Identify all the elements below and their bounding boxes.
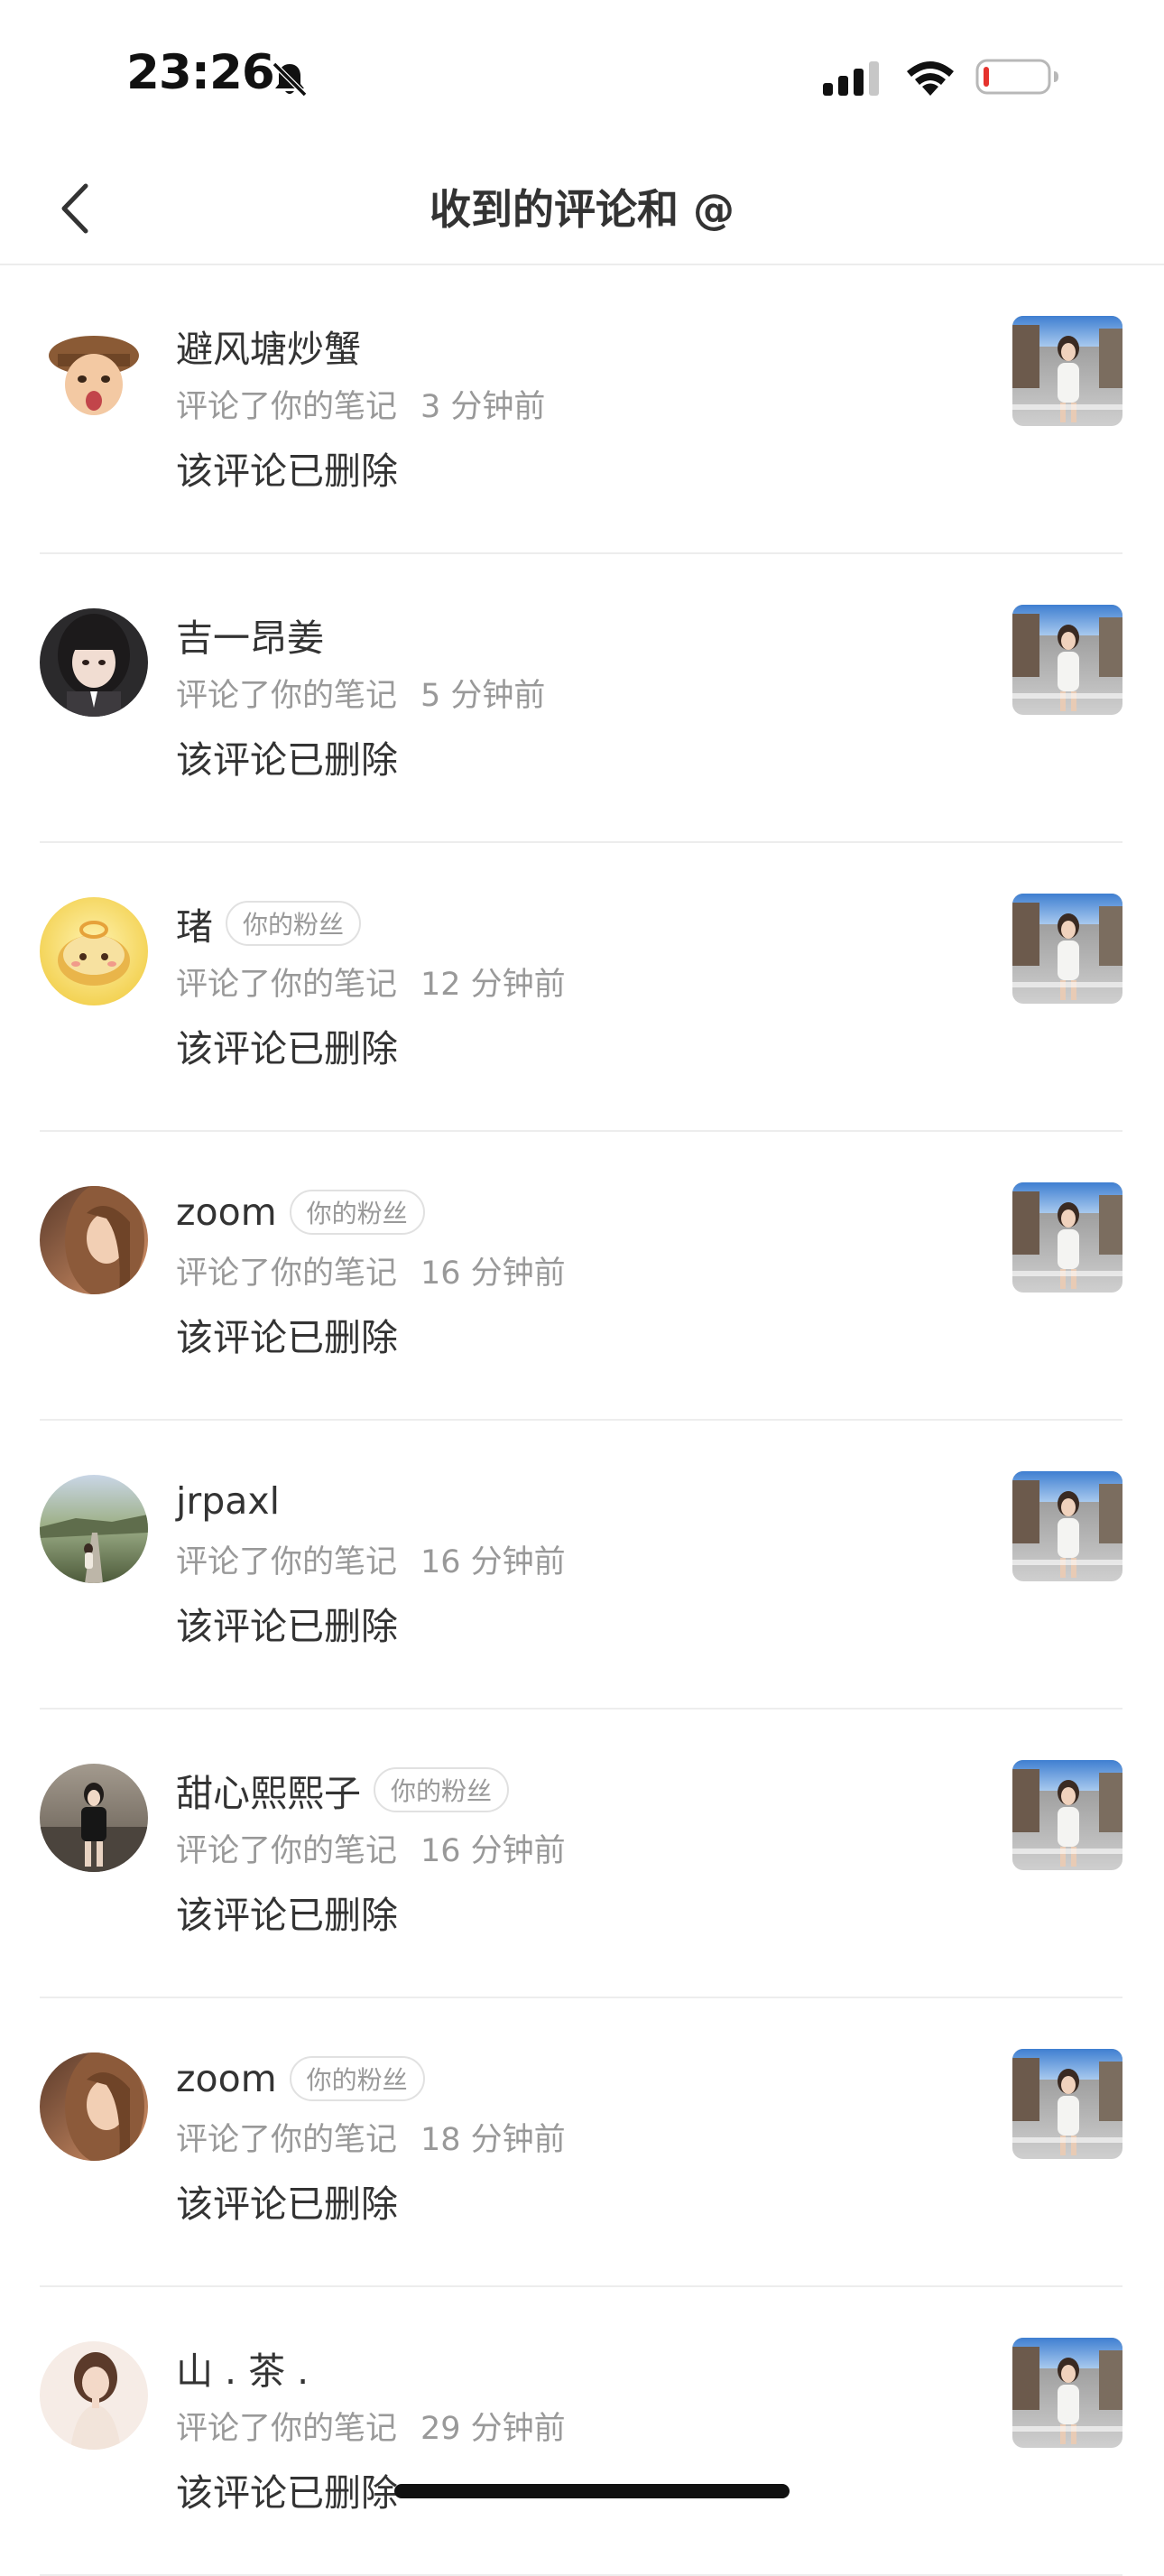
list-item[interactable]: zoom 你的粉丝 评论了你的笔记 16 分钟前 该评论已删除	[0, 1132, 1164, 1421]
comment-text: 该评论已删除	[176, 1605, 398, 1648]
user-line: 吉一昂姜	[176, 608, 324, 661]
cartoon-girl-avatar[interactable]	[40, 320, 148, 428]
girl-selfie-avatar[interactable]	[40, 608, 148, 717]
status-time: 23:26	[126, 45, 275, 100]
timestamp: 16 分钟前	[420, 1256, 566, 1292]
fan-badge: 你的粉丝	[289, 1190, 425, 1235]
comment-meta: 评论了你的笔记 16 分钟前	[176, 1536, 566, 1582]
action-text: 评论了你的笔记	[176, 2122, 398, 2158]
timestamp: 3 分钟前	[420, 389, 546, 425]
comment-text: 该评论已删除	[176, 1316, 398, 1359]
user-name[interactable]: 山 . 茶 .	[176, 2340, 309, 2395]
user-name[interactable]: 避风塘炒蟹	[176, 319, 361, 373]
list-item[interactable]: 吉一昂姜 评论了你的笔记 5 分钟前 该评论已删除	[0, 554, 1164, 843]
note-thumbnail[interactable]	[1012, 1471, 1122, 1581]
list-item[interactable]: 山 . 茶 . 评论了你的笔记 29 分钟前 该评论已删除	[0, 2287, 1164, 2576]
list-item[interactable]: jrpaxl 评论了你的笔记 16 分钟前 该评论已删除	[0, 1421, 1164, 1710]
action-text: 评论了你的笔记	[176, 678, 398, 714]
comment-meta: 评论了你的笔记 3 分钟前	[176, 381, 545, 427]
home-indicator[interactable]	[394, 2484, 790, 2498]
long-hair-girl-avatar[interactable]	[40, 1186, 148, 1294]
comment-meta: 评论了你的笔记 18 分钟前	[176, 2114, 566, 2160]
page-title: 收到的评论和 @	[429, 185, 734, 234]
comment-list: 避风塘炒蟹 评论了你的笔记 3 分钟前 该评论已删除 吉一昂姜 评论了你的笔记 …	[0, 265, 1164, 2576]
timestamp: 16 分钟前	[420, 1544, 566, 1580]
user-line: 避风塘炒蟹	[176, 320, 361, 372]
user-name[interactable]: 甜心熙熙子	[176, 1763, 361, 1817]
user-line: 甜心熙熙子 你的粉丝	[176, 1763, 510, 1817]
girl-street-avatar[interactable]	[40, 1764, 148, 1872]
yellow-cartoon-avatar[interactable]	[40, 897, 148, 1005]
comment-text: 该评论已删除	[176, 449, 398, 493]
timestamp: 12 分钟前	[420, 967, 566, 1003]
action-text: 评论了你的笔记	[176, 1256, 398, 1292]
comment-meta: 评论了你的笔记 16 分钟前	[176, 1247, 566, 1293]
action-text: 评论了你的笔记	[176, 967, 398, 1003]
fan-badge: 你的粉丝	[374, 1767, 510, 1812]
action-text: 评论了你的笔记	[176, 1833, 398, 1869]
long-hair-girl-avatar[interactable]	[40, 2052, 148, 2161]
comment-meta: 评论了你的笔记 5 分钟前	[176, 670, 545, 716]
timestamp: 5 分钟前	[420, 678, 546, 714]
note-thumbnail[interactable]	[1012, 316, 1122, 426]
timestamp: 29 分钟前	[420, 2411, 566, 2447]
comment-meta: 评论了你的笔记 16 分钟前	[176, 1825, 566, 1871]
user-line: 琽 你的粉丝	[176, 896, 362, 950]
list-item[interactable]: 琽 你的粉丝 评论了你的笔记 12 分钟前 该评论已删除	[0, 843, 1164, 1132]
action-text: 评论了你的笔记	[176, 1544, 398, 1580]
user-name[interactable]: zoom	[176, 1191, 277, 1234]
comment-text: 该评论已删除	[176, 1027, 398, 1070]
wifi-icon	[907, 61, 954, 96]
bell-mute-icon	[272, 61, 308, 97]
note-thumbnail[interactable]	[1012, 2049, 1122, 2159]
comment-text: 该评论已删除	[176, 2471, 398, 2515]
girl-portrait-avatar[interactable]	[40, 2341, 148, 2450]
comment-text: 该评论已删除	[176, 1894, 398, 1937]
note-thumbnail[interactable]	[1012, 605, 1122, 715]
cellular-signal-icon	[823, 61, 879, 96]
note-thumbnail[interactable]	[1012, 2338, 1122, 2448]
battery-low-icon	[975, 59, 1058, 95]
action-text: 评论了你的笔记	[176, 2411, 398, 2447]
fan-badge: 你的粉丝	[226, 901, 362, 946]
action-text: 评论了你的笔记	[176, 389, 398, 425]
comment-text: 该评论已删除	[176, 2182, 398, 2226]
comment-text: 该评论已删除	[176, 738, 398, 782]
user-line: 山 . 茶 .	[176, 2341, 309, 2394]
nav-bar: 收到的评论和 @	[0, 153, 1164, 265]
comment-meta: 评论了你的笔记 29 分钟前	[176, 2403, 566, 2449]
user-name[interactable]: 琽	[176, 896, 213, 950]
note-thumbnail[interactable]	[1012, 1182, 1122, 1293]
user-name[interactable]: zoom	[176, 2057, 277, 2100]
road-landscape-avatar[interactable]	[40, 1475, 148, 1583]
list-item[interactable]: 甜心熙熙子 你的粉丝 评论了你的笔记 16 分钟前 该评论已删除	[0, 1710, 1164, 1998]
status-bar: 23:26	[0, 0, 1164, 153]
timestamp: 16 分钟前	[420, 1833, 566, 1869]
user-name[interactable]: jrpaxl	[176, 1479, 280, 1523]
timestamp: 18 分钟前	[420, 2122, 566, 2158]
note-thumbnail[interactable]	[1012, 1760, 1122, 1870]
user-line: jrpaxl	[176, 1475, 280, 1527]
list-item[interactable]: 避风塘炒蟹 评论了你的笔记 3 分钟前 该评论已删除	[0, 265, 1164, 554]
fan-badge: 你的粉丝	[289, 2056, 425, 2101]
note-thumbnail[interactable]	[1012, 894, 1122, 1004]
user-name[interactable]: 吉一昂姜	[176, 607, 324, 662]
user-line: zoom 你的粉丝	[176, 2052, 425, 2105]
comment-meta: 评论了你的笔记 12 分钟前	[176, 959, 566, 1005]
list-item[interactable]: zoom 你的粉丝 评论了你的笔记 18 分钟前 该评论已删除	[0, 1998, 1164, 2287]
user-line: zoom 你的粉丝	[176, 1186, 425, 1238]
